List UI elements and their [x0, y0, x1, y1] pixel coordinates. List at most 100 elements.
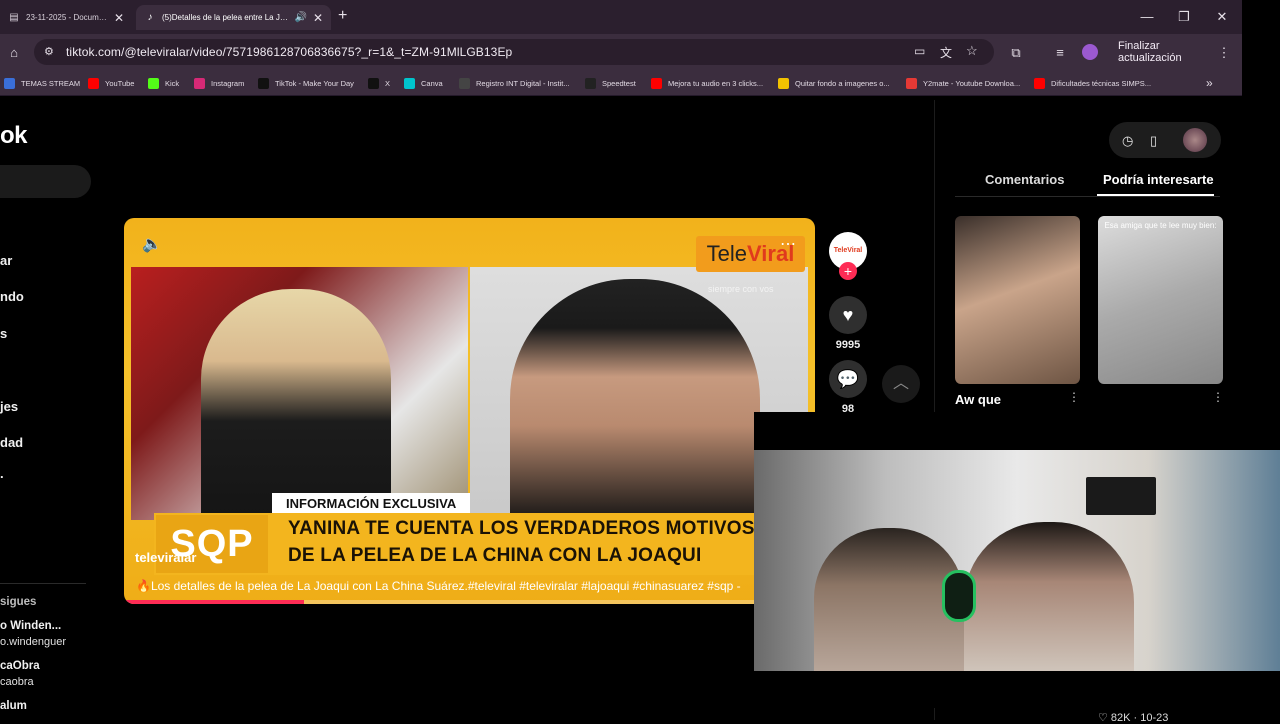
follow-plus-icon[interactable]: + — [839, 262, 857, 280]
following-section-title: sigues — [0, 596, 37, 608]
video-progress-bar[interactable] — [124, 600, 815, 604]
bookmark-item[interactable]: TikTok - Make Your Day — [258, 76, 354, 90]
bookmark-item[interactable]: Instagram — [194, 76, 244, 90]
bookmark-item[interactable]: YouTube — [88, 76, 134, 90]
bookmark-favicon-icon — [651, 77, 662, 89]
tab-strip: ▤ 23-11-2025 - Documentos de G ✕ ♪ (5)De… — [0, 0, 1242, 34]
headset — [942, 570, 976, 622]
bookmark-favicon-icon — [778, 77, 789, 89]
sidebar-item[interactable]: ar — [0, 253, 12, 268]
bookmark-label: Dificultades técnicas SIMPS... — [1051, 78, 1152, 88]
translate-icon[interactable]: 文 — [940, 44, 952, 61]
bookmark-item[interactable]: Y2mate - Youtube Downloa... — [906, 76, 1020, 90]
following-account-name[interactable]: alum — [0, 700, 27, 712]
sidebar-item[interactable]: jes — [0, 399, 18, 414]
webcam-scene — [754, 450, 1280, 671]
bookmark-favicon-icon — [1034, 77, 1045, 89]
minimize-button[interactable]: — — [1130, 6, 1164, 28]
media-control-icon[interactable]: ≡ — [1050, 43, 1070, 63]
following-account-user[interactable]: caobra — [0, 676, 34, 688]
bookmark-label: Registro INT Digital - Instit... — [476, 78, 570, 88]
bookmarks-overflow-icon[interactable]: » — [1206, 76, 1213, 90]
docs-icon: ▤ — [9, 12, 19, 23]
following-account-user[interactable]: o.windenguer — [0, 636, 66, 648]
tab-tiktok[interactable]: ♪ (5)Detalles de la pelea entre La Joaqu… — [136, 5, 331, 30]
bookmark-label: Canva — [421, 78, 443, 88]
following-account-name[interactable]: caObra — [0, 660, 40, 672]
device-icon[interactable]: ▯ — [1150, 133, 1157, 149]
cast-icon[interactable]: ▭ — [914, 44, 925, 58]
bookmark-item[interactable]: Canva — [404, 76, 443, 90]
video-author-handle[interactable]: televiralar — [135, 550, 196, 565]
menu-kebab-icon[interactable]: ⋮ — [1214, 43, 1234, 63]
restore-button[interactable]: ❐ — [1167, 6, 1201, 28]
comment-icon[interactable]: 💬 — [829, 360, 867, 398]
site-info-icon[interactable]: ⚙ — [44, 45, 54, 58]
home-icon[interactable]: ⌂ — [4, 43, 24, 63]
sidebar-item[interactable]: . — [0, 466, 4, 481]
tab-label: (5)Detalles de la pelea entre La Joaqu — [162, 13, 291, 22]
bookmark-item[interactable]: TEMAS STREAM — [4, 76, 80, 90]
bookmark-label: Quitar fondo a imagenes o... — [795, 78, 890, 88]
tab-docs[interactable]: ▤ 23-11-2025 - Documentos de G ✕ — [0, 5, 132, 30]
sidebar-item[interactable]: s — [0, 326, 7, 341]
like-heart-icon[interactable]: ♥ — [829, 296, 867, 334]
search-input[interactable] — [0, 165, 91, 198]
bookmark-star-icon[interactable]: ☆ — [966, 43, 978, 59]
bookmark-favicon-icon — [368, 77, 379, 89]
bookmark-item[interactable]: Speedtest — [585, 76, 636, 90]
extensions-icon[interactable]: ⧉ — [1006, 43, 1026, 63]
presenter-figure — [201, 289, 391, 520]
profile-avatar[interactable] — [1082, 44, 1098, 60]
more-options-icon[interactable]: ⋯ — [780, 234, 796, 254]
following-account-name[interactable]: o Winden... — [0, 620, 61, 632]
bookmark-item[interactable]: Mejora tu audio en 3 clicks... — [651, 76, 763, 90]
suggested-video-stats: ♡ 82K · 10-23 — [1098, 712, 1169, 724]
more-options-icon[interactable]: ⋮ — [1068, 390, 1080, 404]
brand-tagline: siempre con vos — [708, 284, 774, 294]
more-options-icon[interactable]: ⋮ — [1212, 390, 1224, 404]
bookmark-label: X — [385, 78, 391, 88]
finish-update-button[interactable]: Finalizar actualización — [1106, 40, 1224, 64]
suggested-video-thumb[interactable] — [955, 216, 1080, 384]
url-text[interactable]: tiktok.com/@televiralar/video/7571986128… — [66, 45, 512, 59]
volume-icon[interactable]: 🔈 — [142, 234, 162, 254]
bookmark-label: TEMAS STREAM — [21, 78, 81, 88]
tab-suggested[interactable]: Podría interesarte — [1103, 172, 1214, 187]
omnibox[interactable]: ⚙ tiktok.com/@televiralar/video/75719861… — [34, 39, 994, 65]
close-tab-icon[interactable]: ✕ — [313, 11, 323, 25]
tab-comments[interactable]: Comentarios — [985, 172, 1064, 187]
bookmark-favicon-icon — [148, 77, 159, 89]
brand-left: Tele — [706, 241, 748, 266]
user-avatar[interactable] — [1183, 128, 1207, 152]
bookmark-item[interactable]: Dificultades técnicas SIMPS... — [1034, 76, 1151, 90]
suggested-video-thumb[interactable] — [1098, 216, 1223, 384]
close-window-button[interactable]: ✕ — [1205, 6, 1239, 28]
tiktok-logo[interactable]: ok — [0, 122, 28, 150]
bookmark-label: Instagram — [211, 78, 245, 88]
bookmark-item[interactable]: X — [368, 76, 390, 90]
scroll-up-chevron-icon[interactable]: ︿ — [882, 365, 920, 403]
tabs-divider — [955, 196, 1220, 197]
close-tab-icon[interactable]: ✕ — [114, 11, 124, 25]
video-progress-fill — [124, 600, 304, 604]
bookmark-label: Speedtest — [602, 78, 636, 88]
bookmark-item[interactable]: Kick — [148, 76, 179, 90]
tv-screen — [1086, 477, 1156, 515]
sidebar-item[interactable]: ndo — [0, 289, 24, 304]
history-icon[interactable]: ◷ — [1122, 133, 1133, 149]
audio-playing-icon[interactable]: 🔊 — [295, 12, 307, 24]
bookmark-item[interactable]: Registro INT Digital - Instit... — [459, 76, 570, 90]
new-tab-button[interactable]: + — [338, 7, 347, 25]
bookmark-item[interactable]: Quitar fondo a imagenes o... — [778, 76, 890, 90]
bookmark-favicon-icon — [459, 77, 470, 89]
portrait-figure — [510, 279, 760, 520]
suggested-video-title[interactable]: Aw que — [955, 392, 1001, 407]
video-player[interactable]: TeleViral siempre con vos ⋯ INFORMACIÓN … — [124, 218, 815, 604]
webcam-overlay — [754, 412, 1280, 708]
sidebar-item[interactable]: dad — [0, 435, 23, 450]
tab-label: 23-11-2025 - Documentos de G — [26, 13, 108, 22]
bookmark-favicon-icon — [4, 77, 15, 89]
thumb-caption: Esa amiga que te lee muy bien: — [1104, 221, 1217, 230]
bookmark-label: YouTube — [105, 78, 135, 88]
